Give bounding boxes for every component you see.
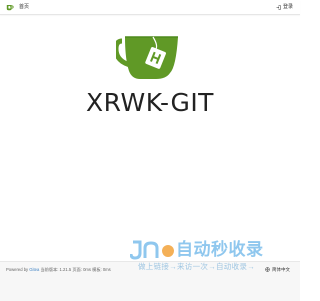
watermark-logo-icon — [130, 240, 174, 260]
gitea-link[interactable]: Gitea — [29, 267, 39, 272]
powered-prefix: Powered by — [6, 267, 29, 272]
sign-in-icon — [276, 4, 281, 10]
top-navbar: 首页 登录 — [0, 0, 300, 15]
gitea-teacup-logo-icon — [116, 36, 178, 79]
globe-icon — [265, 267, 270, 272]
footer-version-info: Powered by Gitea 当前版本: 1.21.5 页面: 0ms 模板… — [6, 267, 111, 273]
language-label: 简体中文 — [272, 267, 290, 272]
version-text: 当前版本: 1.21.5 页面: 0ms 模板: 0ms — [40, 267, 111, 272]
page-title: XRWK-GIT — [86, 88, 214, 117]
watermark-title: 自动秒收录 — [176, 240, 264, 259]
login-button[interactable]: 登录 — [276, 3, 293, 11]
language-selector[interactable]: 简体中文 — [265, 266, 290, 273]
login-label: 登录 — [282, 4, 293, 10]
gitea-logo-icon[interactable] — [6, 3, 14, 11]
watermark-subtitle: 做上链接→来访一次→自动收录→ — [138, 262, 255, 271]
nav-home-link[interactable]: 首页 — [19, 3, 29, 11]
